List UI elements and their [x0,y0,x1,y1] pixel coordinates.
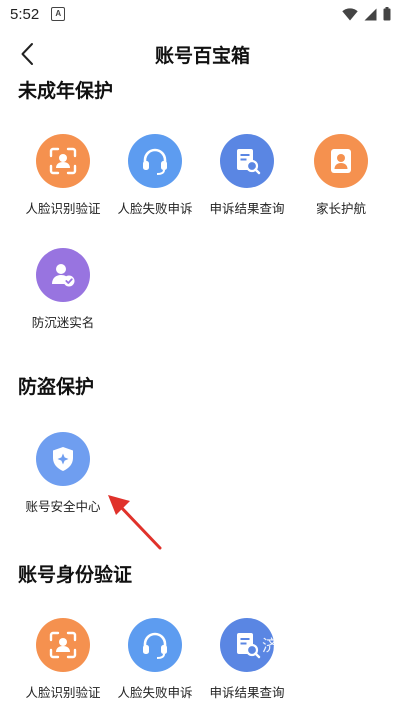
tile-anti-addiction[interactable]: 防沉迷实名 [18,248,108,340]
appeal-result-icon-bg [220,134,274,188]
tile-parent-guard[interactable]: 家长护航 [296,134,386,226]
back-button[interactable] [12,38,42,70]
tile-label: 家长护航 [315,201,366,216]
face-scan-icon [49,631,77,659]
tile-label: 防沉迷实名 [31,315,95,330]
headset-icon [143,632,167,659]
page-title: 账号百宝箱 [154,44,250,67]
notification-icon: A [51,7,66,21]
document-search-icon [237,149,261,175]
parent-guard-icon-bg [314,134,368,188]
person-icon [331,149,351,173]
app-header: 账号百宝箱 [0,30,405,78]
watermark-glyph: 济 [262,636,279,655]
tile-label: 人脸失败申诉 [117,201,193,216]
tile-label: 申诉结果查询 [209,685,285,700]
face-scan-icon [49,147,77,175]
status-bar: 5:52 A [0,0,405,28]
face-fail-appeal-icon-bg [128,618,182,672]
tile-label: 账号安全中心 [25,499,101,514]
tile-label: 人脸识别验证 [25,685,101,700]
shield-icon [53,447,73,471]
document-search-icon [237,633,261,659]
wifi-icon [342,7,358,20]
anti-addiction-icon-bg [36,248,90,302]
section-title-theft-protection: 防盗保护 [18,376,95,398]
tile-face-fail-appeal[interactable]: 人脸失败申诉 [110,134,200,226]
tile-face-verify[interactable]: 人脸识别验证 [18,134,108,226]
tile-face-fail-appeal-2[interactable]: 人脸失败申诉 [110,618,200,710]
battery-icon [383,7,391,21]
tile-label: 申诉结果查询 [209,201,285,216]
section-title-minor-protection: 未成年保护 [18,80,114,102]
account-security-icon-bg [36,432,90,486]
tile-label: 人脸识别验证 [25,201,101,216]
tile-appeal-result-2[interactable]: 申诉结果查询 [202,618,292,710]
tile-appeal-result[interactable]: 申诉结果查询 [202,134,292,226]
user-verified-icon [52,264,75,287]
face-verify-icon-bg [36,618,90,672]
red-arrow-annotation [108,495,162,550]
tile-label: 人脸失败申诉 [117,685,193,700]
chevron-left-icon [21,43,33,65]
status-time: 5:52 [10,5,40,23]
face-fail-appeal-icon-bg [128,134,182,188]
cellular-signal-icon [364,8,377,20]
section-title-identity-verification: 账号身份验证 [18,564,133,586]
tile-account-security-center[interactable]: 账号安全中心 [18,432,108,524]
headset-icon [143,148,167,175]
face-verify-icon-bg [36,134,90,188]
tile-face-verify-2[interactable]: 人脸识别验证 [18,618,108,710]
